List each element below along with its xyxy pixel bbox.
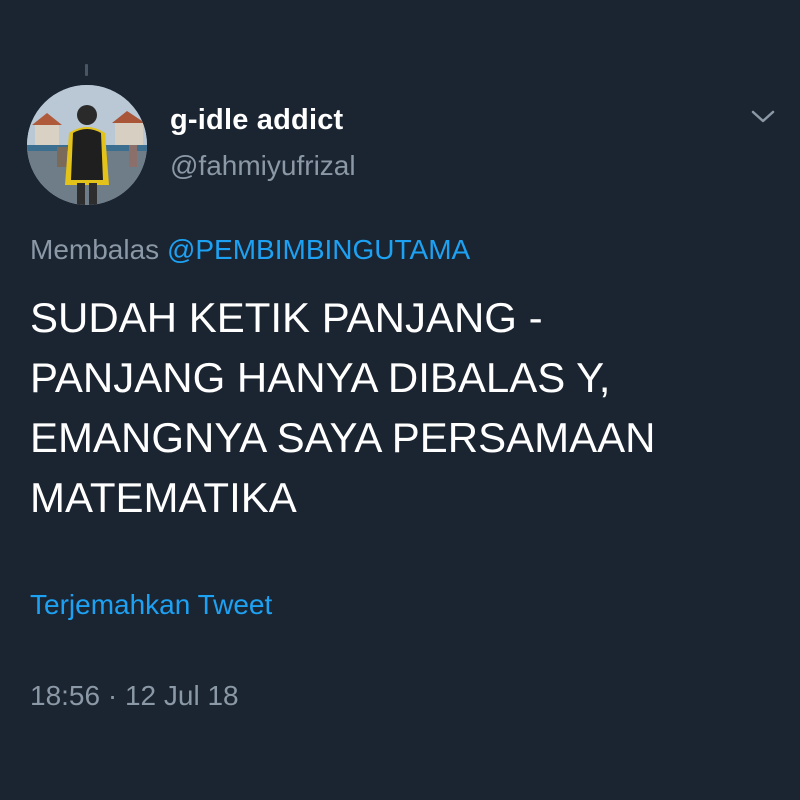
reply-mention-link[interactable]: @PEMBIMBINGUTAMA: [167, 234, 470, 265]
tweet-text-line: EMANGNYA SAYA PERSAMAAN: [30, 414, 656, 461]
tweet-text-line: SUDAH KETIK PANJANG -: [30, 294, 543, 341]
reply-context: Membalas @PEMBIMBINGUTAMA: [30, 234, 470, 266]
tweet-detail-screen: g-idle addict @fahmiyufrizal Membalas @P…: [0, 0, 800, 800]
user-handle[interactable]: @fahmiyufrizal: [170, 150, 356, 182]
status-indicator: [85, 64, 88, 76]
tweet-text: SUDAH KETIK PANJANG - PANJANG HANYA DIBA…: [30, 288, 770, 528]
avatar-photo: [27, 85, 147, 205]
tweet-timestamp: 18:56 · 12 Jul 18: [30, 680, 239, 711]
chevron-down-icon[interactable]: [748, 104, 778, 128]
avatar[interactable]: [27, 85, 147, 205]
translate-tweet-link[interactable]: Terjemahkan Tweet: [30, 589, 272, 621]
tweet-text-line: MATEMATIKA: [30, 474, 297, 521]
tweet-text-line: PANJANG HANYA DIBALAS Y,: [30, 354, 611, 401]
display-name[interactable]: g-idle addict: [170, 104, 343, 137]
reply-prefix: Membalas: [30, 234, 160, 265]
